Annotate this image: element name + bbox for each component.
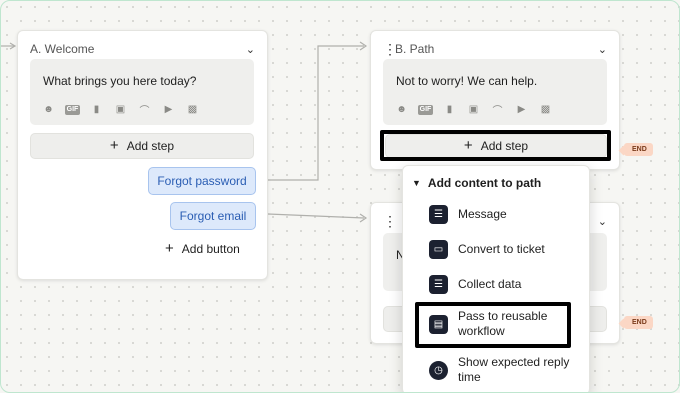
welcome-add-step-button[interactable]: + Add step xyxy=(30,133,254,159)
workflow-item-highlight xyxy=(415,302,571,348)
video-icon[interactable]: ▶ xyxy=(515,104,528,115)
image-icon[interactable]: ▣ xyxy=(467,104,480,115)
attachment-icon[interactable]: ⌒ xyxy=(138,104,151,117)
gif-icon[interactable]: GIF xyxy=(417,104,434,115)
menu-item-convert-to-ticket[interactable]: ▭ Convert to ticket xyxy=(429,240,545,259)
end-badge: END xyxy=(624,143,653,156)
add-button-label: Add button xyxy=(181,241,240,256)
video-icon[interactable]: ▶ xyxy=(162,104,175,115)
dropdown-title[interactable]: ▼ Add content to path xyxy=(412,176,541,190)
menu-item-label: Convert to ticket xyxy=(458,242,545,256)
welcome-message-text[interactable]: What brings you here today? xyxy=(43,74,196,88)
plus-icon: + xyxy=(165,240,174,257)
message-icon: ☰ xyxy=(429,205,448,224)
clock-icon: ◷ xyxy=(429,360,448,380)
end-badge: END xyxy=(624,316,653,329)
path-message-toolbar: ☻ GIF ▮ ▣ ⌒ ▶ ▩ xyxy=(395,104,552,117)
menu-item-label: Collect data xyxy=(458,277,522,291)
welcome-card[interactable]: A. Welcome ⌄ What brings you here today?… xyxy=(17,30,268,280)
book-icon[interactable]: ▮ xyxy=(90,104,103,115)
image-icon[interactable]: ▣ xyxy=(114,104,127,115)
drag-handle-icon[interactable]: ⋮ xyxy=(383,213,397,230)
chevron-down-icon[interactable]: ⌄ xyxy=(598,215,607,228)
path-message-box[interactable]: Not to worry! We can help. ☻ GIF ▮ ▣ ⌒ ▶… xyxy=(383,59,607,125)
welcome-message-box[interactable]: What brings you here today? ☻ GIF ▮ ▣ ⌒ … xyxy=(30,59,254,125)
emoji-icon[interactable]: ☻ xyxy=(42,104,55,115)
forgot-email-button[interactable]: Forgot email xyxy=(170,202,256,230)
welcome-card-title: A. Welcome xyxy=(30,42,95,56)
path-message-text[interactable]: Not to worry! We can help. xyxy=(396,74,537,88)
app-icon[interactable]: ▩ xyxy=(539,104,552,115)
plus-icon: + xyxy=(109,137,119,154)
welcome-card-header: A. Welcome ⌄ xyxy=(30,41,255,57)
ticket-icon: ▭ xyxy=(429,240,448,259)
path-card-title: B. Path xyxy=(395,42,435,56)
book-icon[interactable]: ▮ xyxy=(443,104,456,115)
chevron-down-icon[interactable]: ⌄ xyxy=(598,43,607,56)
add-content-dropdown[interactable]: ▼ Add content to path ☰ Message ▭ Conver… xyxy=(402,165,590,393)
menu-item-show-expected-reply-time[interactable]: ◷ Show expected reply time xyxy=(429,355,578,385)
menu-item-collect-data[interactable]: ☰ Collect data xyxy=(429,275,521,294)
menu-item-message[interactable]: ☰ Message xyxy=(429,205,507,224)
forgot-email-label: Forgot email xyxy=(179,209,247,223)
menu-item-label: Message xyxy=(458,207,507,221)
forgot-password-button[interactable]: Forgot password xyxy=(148,167,256,195)
add-step-label: Add step xyxy=(126,139,175,153)
chevron-down-icon[interactable]: ⌄ xyxy=(246,43,255,56)
forgot-password-label: Forgot password xyxy=(157,174,247,188)
attachment-icon[interactable]: ⌒ xyxy=(491,104,504,117)
menu-item-label: Show expected reply time xyxy=(458,355,570,384)
gif-icon[interactable]: GIF xyxy=(64,104,81,115)
app-icon[interactable]: ▩ xyxy=(186,104,199,115)
path-card-header: ⋮ B. Path ⌄ xyxy=(383,41,607,57)
add-button[interactable]: + Add button xyxy=(165,240,240,257)
add-step-highlight xyxy=(380,130,611,161)
caret-down-icon: ▼ xyxy=(412,178,421,188)
welcome-message-toolbar: ☻ GIF ▮ ▣ ⌒ ▶ ▩ xyxy=(42,104,199,117)
drag-handle-icon[interactable]: ⋮ xyxy=(383,41,397,58)
dropdown-title-label: Add content to path xyxy=(427,176,542,190)
collect-data-icon: ☰ xyxy=(429,275,448,294)
emoji-icon[interactable]: ☻ xyxy=(395,104,408,115)
